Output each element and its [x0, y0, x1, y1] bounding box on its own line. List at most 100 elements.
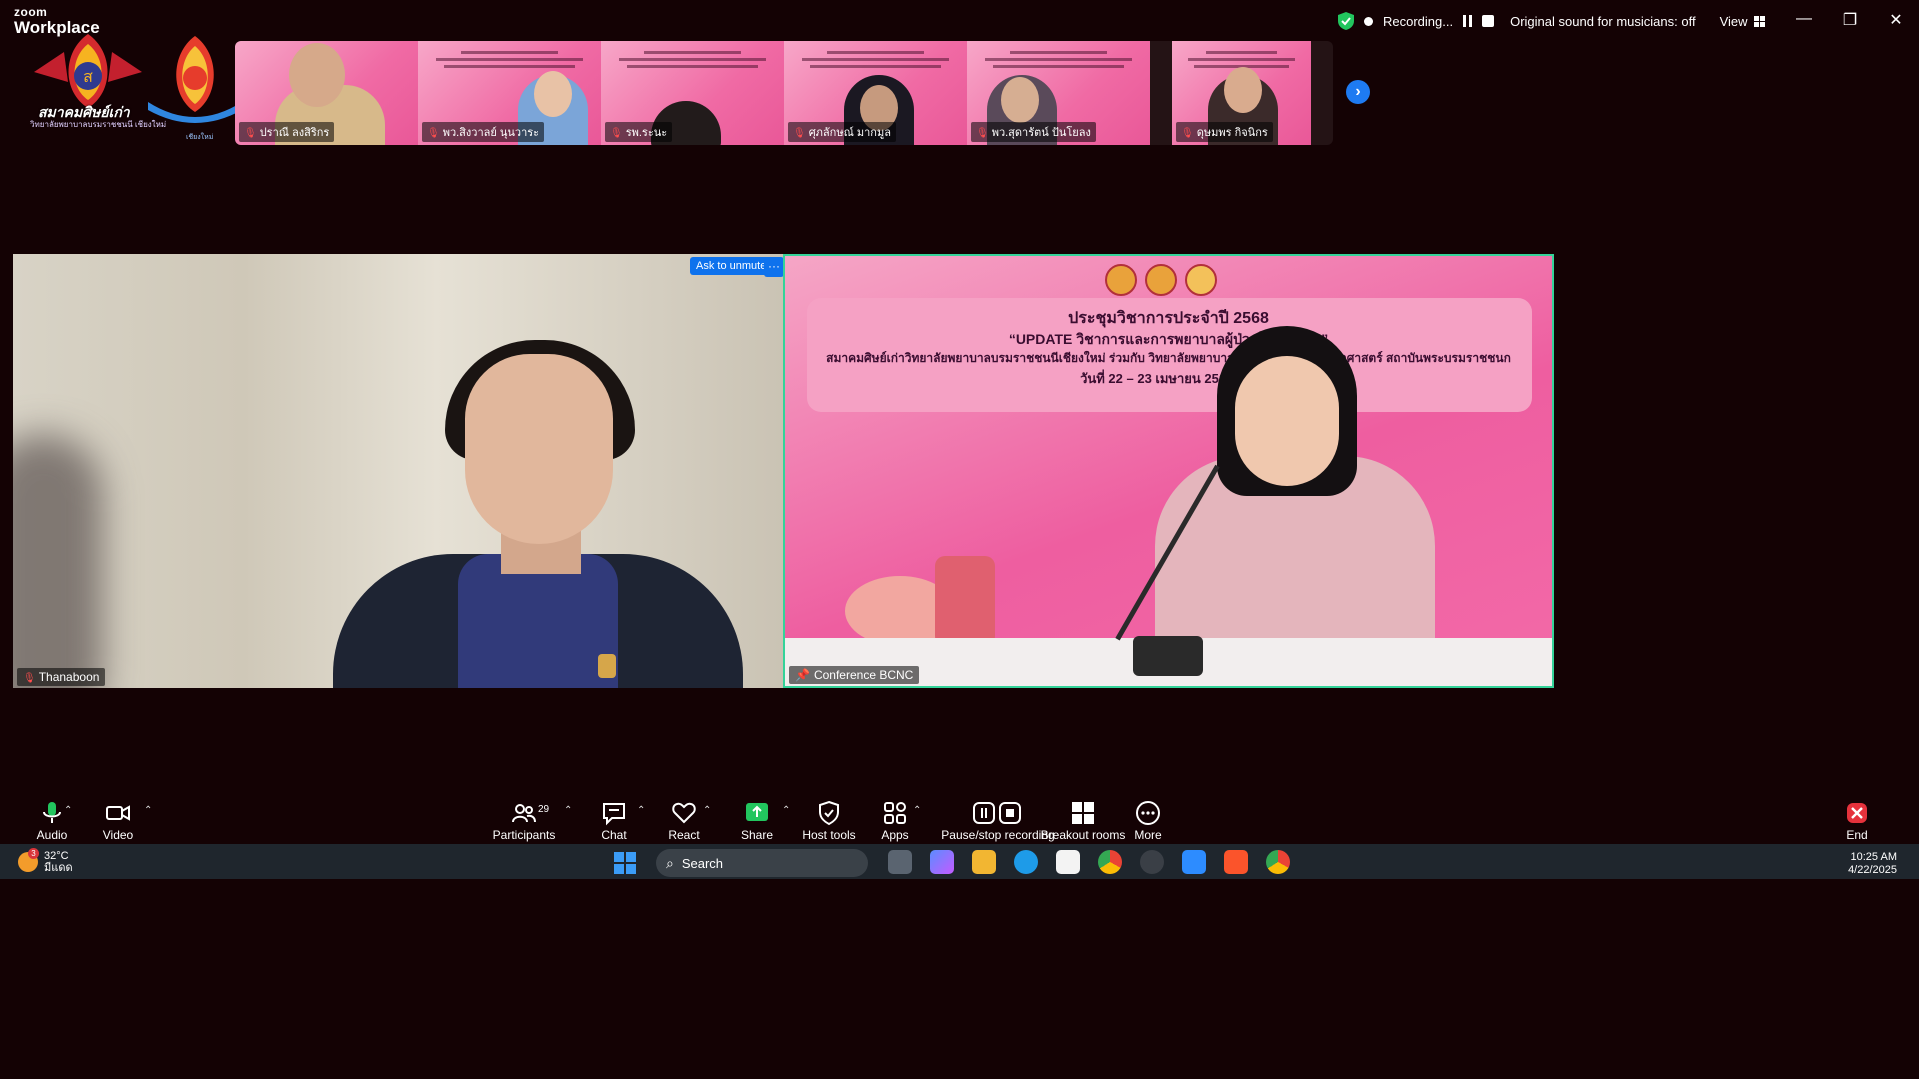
participant-name-tag: 📌 Conference BCNC	[789, 666, 920, 684]
system-clock[interactable]: 10:25 AM 4/22/2025	[1848, 851, 1897, 877]
view-button[interactable]: View	[1720, 14, 1765, 29]
participants-button[interactable]: Participants	[474, 795, 574, 842]
brave-icon[interactable]	[1224, 850, 1248, 874]
weather-widget[interactable]: 3 32°C มีแดด	[18, 848, 73, 874]
microphone-icon	[43, 802, 61, 823]
pause-stop-recording-icon	[973, 802, 1021, 824]
muted-mic-icon: 🎙	[976, 128, 989, 139]
slide-preview	[977, 47, 1140, 81]
original-sound-status[interactable]: Original sound for musicians: off	[1510, 14, 1695, 29]
brand-small: zoom	[14, 5, 48, 19]
windows-taskbar: 3 32°C มีแดด ⌕ Search 10:25 AM 4/22/2025	[0, 844, 1919, 879]
college-logo: เชียงใหม่	[144, 32, 246, 142]
participant-name: 🎙 ปราณี ลงสิริกร	[239, 122, 335, 142]
alumni-emblem-icon: ส	[34, 34, 142, 108]
slide-date: วันที่ 22 – 23 เมษายน 2568 รู…	[1080, 371, 1257, 386]
participant-name: 🎙 พว.สุดารัตน์ ปันโยลง	[971, 122, 1096, 142]
participant-tile[interactable]: 🎙 พว.สิงวาลย์ นุนวาระ	[418, 41, 601, 145]
windows-start-icon[interactable]	[614, 852, 636, 874]
restore-icon[interactable]: ❐	[1841, 10, 1859, 30]
clock-time: 10:25 AM	[1850, 851, 1897, 863]
search-placeholder: Search	[681, 855, 724, 871]
task-view-icon[interactable]	[888, 850, 912, 874]
participant-name: 🎙 ดุษมพร กิจนิกร	[1176, 122, 1273, 142]
slide-title: ประชุมวิชาการประจำปี 2568	[1068, 310, 1269, 327]
chrome-profile-icon[interactable]	[1266, 850, 1290, 874]
muted-mic-icon: 🎙	[23, 673, 36, 684]
next-page-chevron-icon[interactable]: ›	[1346, 80, 1370, 104]
participant-name: 🎙 รพ.ระนะ	[605, 122, 673, 142]
participant-name: 🎙 ศุภลักษณ์ มากมูล	[788, 122, 896, 142]
video-camera-icon	[106, 805, 130, 821]
participant-tile[interactable]: 🎙 รพ.ระนะ	[601, 41, 784, 145]
more-button[interactable]: More	[1098, 795, 1198, 842]
alumni-association-logo: ส สมาคมศิษย์เก่า วิทยาลัยพยาบาลบรมราชชนน…	[24, 32, 166, 132]
window-controls: — ❐ ✕	[1795, 10, 1905, 30]
end-meeting-button[interactable]: End	[1822, 795, 1892, 842]
share-screen-icon	[746, 803, 768, 821]
video-label: Video	[102, 828, 134, 842]
zoom-icon[interactable]	[1182, 850, 1206, 874]
end-icon	[1847, 803, 1867, 823]
slide-subtitle: “UPDATE วิชาการและการพยาบาลผู้ป่วยโรค… ……	[1008, 331, 1329, 347]
recording-bar: Recording... Original sound for musician…	[1338, 10, 1765, 32]
chat-icon	[603, 803, 625, 826]
participant-tile[interactable]: 🎙 พว.สุดารัตน์ ปันโยลง	[967, 41, 1150, 145]
app-icon[interactable]	[1140, 850, 1164, 874]
minimize-icon[interactable]: —	[1795, 10, 1813, 30]
temperature: 32°C	[44, 850, 69, 862]
edge-icon[interactable]	[1014, 850, 1038, 874]
shield-icon	[819, 800, 839, 826]
more-label: More	[1134, 828, 1162, 842]
search-icon: ⌕	[666, 854, 674, 871]
apps-icon	[884, 802, 906, 824]
host-logos: ส สมาคมศิษย์เก่า วิทยาลัยพยาบาลบรมราชชนน…	[24, 32, 246, 144]
slide-logos	[1105, 264, 1217, 296]
store-icon[interactable]	[1056, 850, 1080, 874]
participant-thumbnail-strip: 🎙 ปราณี ลงสิริกร 🎙 พว.สิงวาลย์ นุนวาระ 🎙 รพ…	[235, 41, 1333, 145]
participant-tile[interactable]: 🎙 ปราณี ลงสิริกร	[235, 41, 418, 145]
apps-label: Apps	[881, 828, 909, 842]
stop-recording-icon[interactable]	[1482, 15, 1495, 27]
weather-condition: มีแดด	[44, 862, 73, 874]
chrome-icon[interactable]	[1098, 850, 1122, 874]
slide-organizers: สมาคมศิษย์เก่าวิทยาลัยพยาบาลบรมราชชนนีเช…	[826, 351, 1511, 365]
audio-label: Audio	[36, 828, 68, 842]
slide-preview	[611, 47, 774, 81]
participant-tile[interactable]: 🎙 ดุษมพร กิจนิกร	[1172, 41, 1311, 145]
svg-text:ส: ส	[83, 67, 93, 86]
muted-mic-icon: 🎙	[1181, 128, 1194, 139]
slide-preview	[428, 47, 591, 81]
participant-name: 🎙 พว.สิงวาลย์ นุนวาระ	[422, 122, 545, 142]
participant-name-tag: 🎙 Thanaboon	[17, 668, 106, 686]
muted-mic-icon: 🎙	[610, 128, 623, 139]
end-label: End	[1846, 828, 1868, 842]
sun-icon: 3	[18, 848, 39, 872]
recording-dot-icon	[1364, 16, 1373, 26]
clock-date: 4/22/2025	[1848, 864, 1897, 876]
meeting-toolbar: Audio ⌃ Video ⌃ Participants 29 ⌃ Chat ⌃…	[0, 795, 1919, 845]
muted-mic-icon: 🎙	[793, 128, 806, 139]
participants-count: 29	[538, 804, 550, 815]
video-tile-conference-bcnc[interactable]: ประชุมวิชาการประจำปี 2568 “UPDATE วิชากา…	[783, 254, 1554, 688]
participants-icon	[512, 804, 536, 823]
video-options-chevron-icon[interactable]: ⌃	[144, 805, 152, 816]
muted-mic-icon: 🎙	[427, 128, 440, 139]
ask-to-unmute-button[interactable]: Ask to unmute	[690, 257, 773, 275]
more-options-icon[interactable]: ···	[764, 257, 784, 277]
close-icon[interactable]: ✕	[1887, 10, 1905, 30]
security-shield-icon[interactable]	[1338, 12, 1354, 30]
taskbar-apps	[888, 850, 1290, 874]
file-explorer-icon[interactable]	[972, 850, 996, 874]
video-tile-thanaboon[interactable]: 🎙 Thanaboon	[13, 254, 783, 688]
video-button[interactable]: Video	[68, 795, 168, 842]
participants-label: Participants	[492, 828, 556, 842]
college-emblem-icon	[148, 36, 242, 123]
participant-tile[interactable]: 🎙 ศุภลักษณ์ มากมูล	[784, 41, 967, 145]
taskbar-search[interactable]: ⌕ Search	[656, 849, 868, 877]
heart-icon	[672, 802, 696, 824]
grid-view-icon	[1753, 15, 1765, 27]
pause-recording-icon[interactable]	[1463, 15, 1473, 27]
breakout-rooms-icon	[1072, 802, 1094, 824]
copilot-icon[interactable]	[930, 850, 954, 874]
